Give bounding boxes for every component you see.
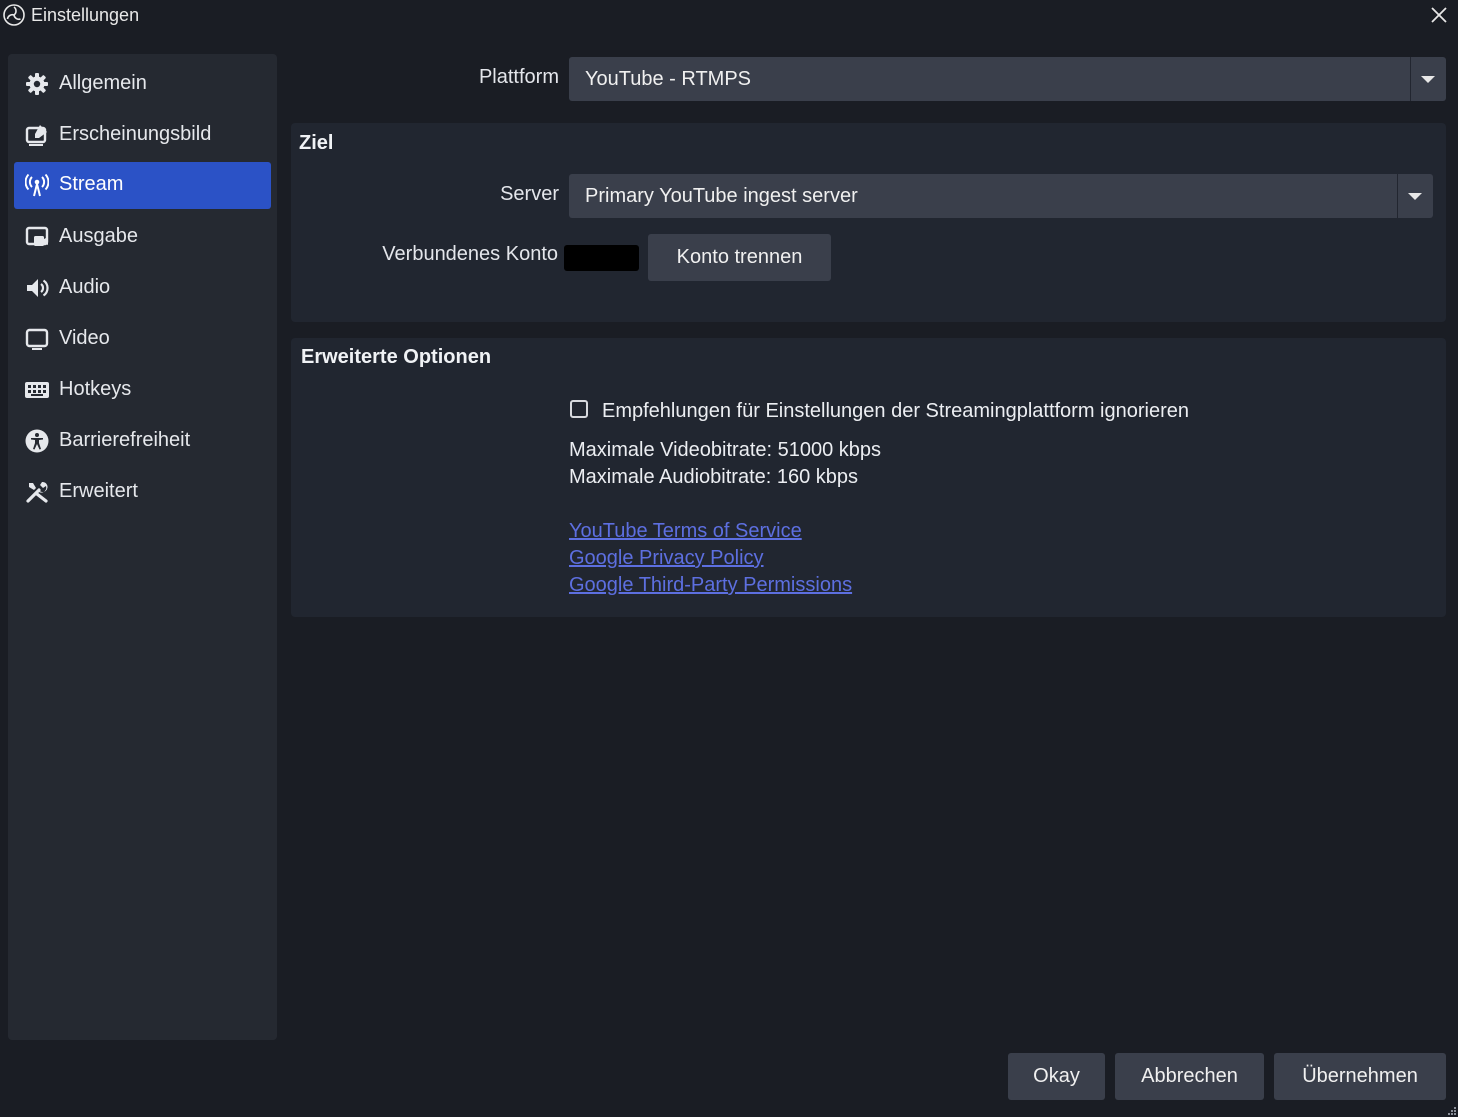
destination-title: Ziel — [299, 132, 334, 154]
sidebar-item-hotkeys[interactable]: Hotkeys — [14, 367, 271, 414]
sidebar-item-label: Audio — [59, 276, 111, 298]
appearance-icon — [25, 125, 47, 146]
sidebar-item-allgemein[interactable]: Allgemein — [14, 61, 271, 108]
sidebar-item-stream[interactable]: Stream — [14, 162, 271, 209]
sidebar-item-label: Hotkeys — [59, 378, 132, 400]
sidebar-item-label: Video — [59, 327, 110, 349]
server-value: Primary YouTube ingest server — [585, 185, 858, 207]
sidebar-item-ausgabe[interactable]: Ausgabe — [14, 214, 271, 261]
sidebar-item-video[interactable]: Video — [14, 316, 271, 363]
sidebar-item-label: Barrierefreiheit — [59, 429, 191, 451]
ignore-recommendations-label[interactable]: Empfehlungen für Einstellungen der Strea… — [602, 400, 1189, 423]
server-label: Server — [500, 183, 559, 205]
obs-logo-icon — [3, 4, 25, 26]
sidebar-item-label: Erscheinungsbild — [59, 123, 212, 145]
output-icon — [25, 226, 49, 246]
cancel-button[interactable]: Abbrechen — [1115, 1053, 1264, 1100]
resize-grip-icon[interactable] — [1446, 1105, 1456, 1115]
sidebar-item-audio[interactable]: Audio — [14, 265, 271, 312]
accessibility-icon — [25, 429, 49, 453]
okay-button[interactable]: Okay — [1008, 1053, 1105, 1100]
chevron-down-icon — [1421, 76, 1435, 83]
max-video-bitrate: Maximale Videobitrate: 51000 kbps — [569, 439, 882, 461]
keyboard-icon — [25, 382, 49, 398]
youtube-terms-link[interactable]: YouTube Terms of Service — [569, 520, 802, 543]
window-title: Einstellungen — [31, 5, 140, 25]
server-select[interactable]: Primary YouTube ingest server — [569, 174, 1433, 218]
max-audio-bitrate: Maximale Audiobitrate: 160 kbps — [569, 466, 859, 488]
sidebar-item-label: Stream — [59, 173, 124, 195]
advanced-options-panel — [291, 338, 1446, 617]
sidebar-item-label: Allgemein — [59, 72, 147, 94]
apply-button[interactable]: Übernehmen — [1274, 1053, 1446, 1100]
chevron-down-icon — [1408, 193, 1422, 200]
sidebar-item-erscheinungsbild[interactable]: Erscheinungsbild — [14, 112, 271, 159]
google-third-party-link[interactable]: Google Third-Party Permissions — [569, 574, 852, 597]
ignore-recommendations-checkbox[interactable] — [570, 400, 588, 418]
connected-account-value — [564, 245, 639, 271]
sidebar-item-label: Ausgabe — [59, 225, 138, 247]
sidebar-item-barrierefreiheit[interactable]: Barrierefreiheit — [14, 418, 271, 465]
disconnect-account-button[interactable]: Konto trennen — [648, 234, 831, 281]
connected-account-label: Verbundenes Konto — [382, 243, 558, 265]
sidebar-item-label: Erweitert — [59, 480, 138, 502]
antenna-icon — [25, 173, 49, 197]
advanced-options-title: Erweiterte Optionen — [301, 346, 492, 368]
platform-value: YouTube - RTMPS — [585, 68, 752, 90]
platform-label: Plattform — [478, 66, 559, 88]
settings-sidebar: Allgemein Erscheinungsbild Stream Ausgab… — [8, 54, 277, 1040]
google-privacy-link[interactable]: Google Privacy Policy — [569, 547, 764, 570]
sidebar-item-erweitert[interactable]: Erweitert — [14, 469, 271, 516]
speaker-icon — [27, 279, 49, 297]
platform-select[interactable]: YouTube - RTMPS — [569, 57, 1446, 101]
close-icon[interactable] — [1426, 2, 1452, 28]
title-bar: Einstellungen — [0, 0, 1458, 36]
destination-panel — [291, 123, 1446, 322]
monitor-icon — [25, 328, 49, 350]
tools-icon — [26, 481, 48, 503]
gear-icon — [26, 73, 48, 95]
